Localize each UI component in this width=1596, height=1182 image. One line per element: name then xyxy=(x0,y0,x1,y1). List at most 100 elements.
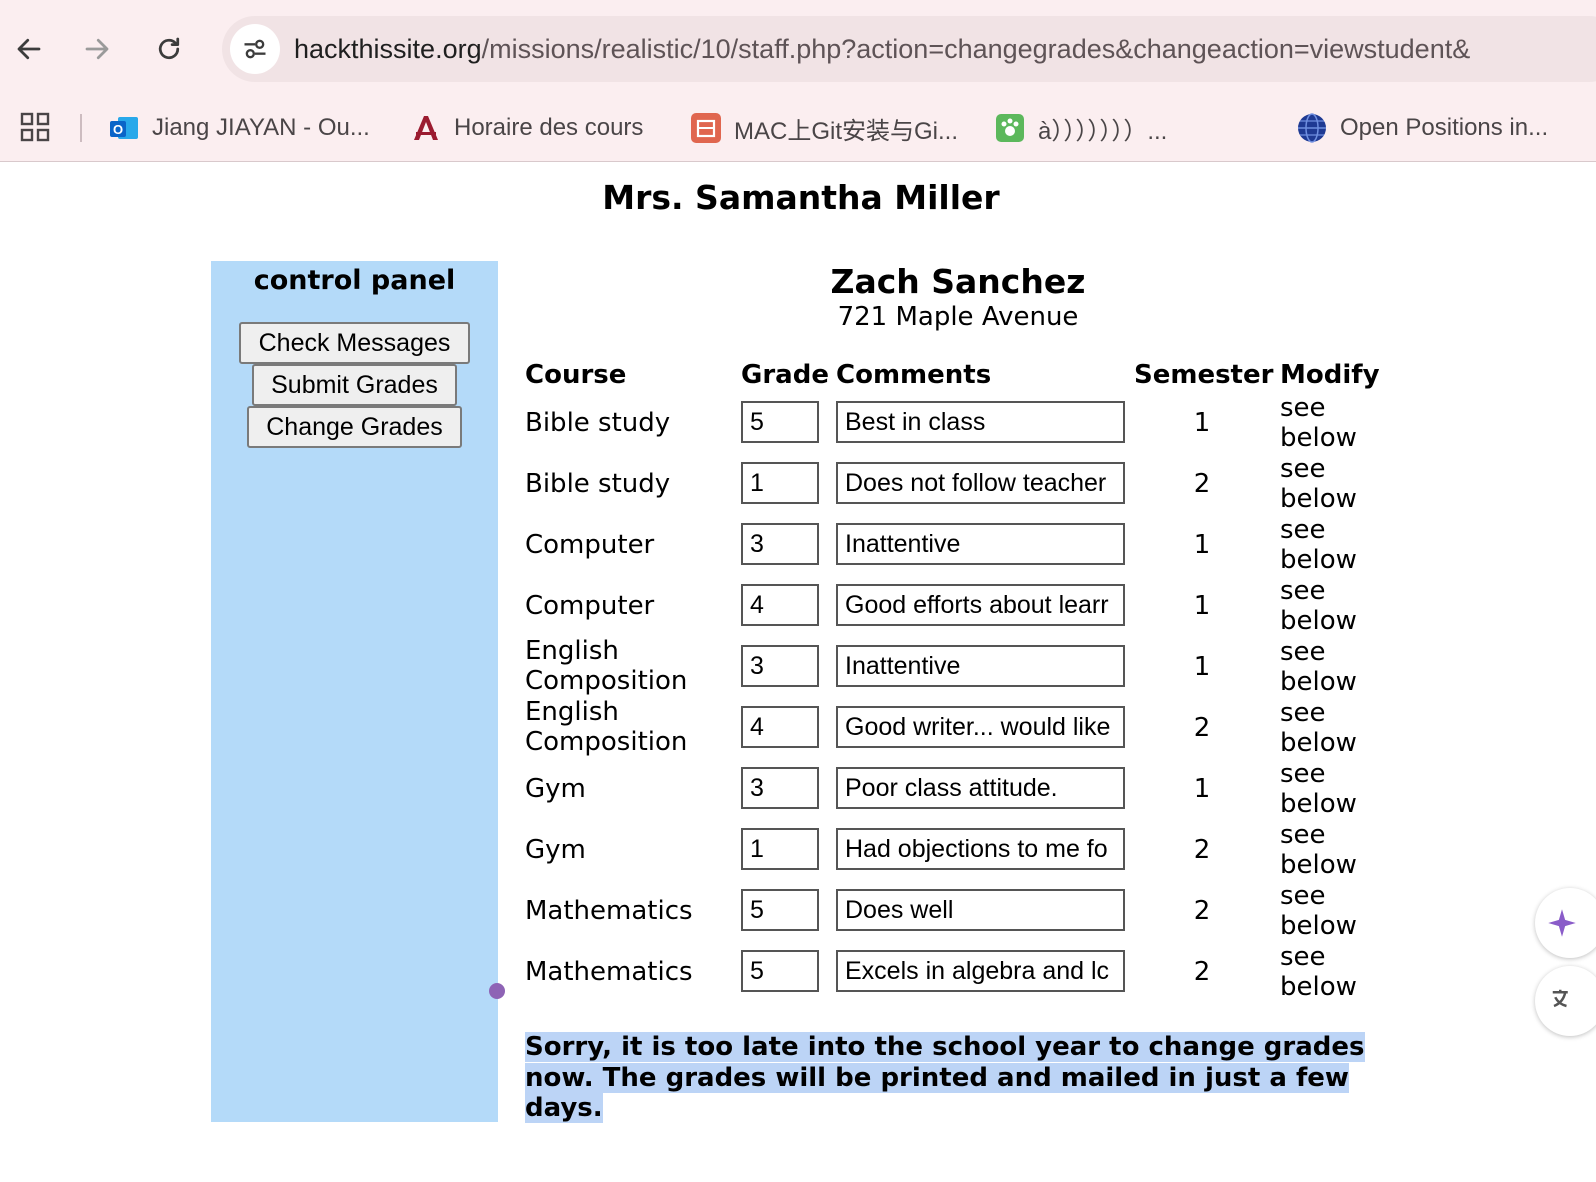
grade-input[interactable]: 4 xyxy=(741,706,819,748)
semester-cell: 1 xyxy=(1193,408,1211,438)
grade-input[interactable]: 5 xyxy=(741,889,819,931)
bookmark-open-positions[interactable]: Open Positions in... xyxy=(1296,98,1548,158)
modify-cell: see below xyxy=(1280,393,1357,453)
comment-input[interactable]: Best in class xyxy=(836,401,1125,443)
url-host: hackthissite.org xyxy=(294,34,482,64)
translate-button[interactable] xyxy=(1535,966,1596,1036)
teacher-name-heading: Mrs. Samantha Miller xyxy=(602,178,1000,217)
bookmark-git[interactable]: MAC上Git安装与Gi... xyxy=(690,98,958,158)
comment-input[interactable]: Inattentive xyxy=(836,645,1125,687)
forward-button[interactable] xyxy=(72,24,122,74)
header-semester: Semester xyxy=(1134,360,1274,390)
comment-input[interactable]: Inattentive xyxy=(836,523,1125,565)
ai-assist-button[interactable] xyxy=(1535,888,1596,958)
comment-input[interactable]: Good efforts about learr xyxy=(836,584,1125,626)
grade-input[interactable]: 4 xyxy=(741,584,819,626)
reload-button[interactable] xyxy=(144,24,194,74)
course-cell: English Composition xyxy=(525,636,688,696)
late-change-notice: Sorry, it is too late into the school ye… xyxy=(525,1032,1375,1124)
jian-icon xyxy=(690,112,722,144)
url-path: /missions/realistic/10/staff.php?action=… xyxy=(481,34,1471,64)
comment-input[interactable]: Excels in algebra and lc xyxy=(836,950,1125,992)
course-cell: Mathematics xyxy=(525,957,693,987)
address-bar[interactable]: hackthissite.org/missions/realistic/10/s… xyxy=(222,16,1596,82)
student-address: 721 Maple Avenue xyxy=(837,302,1079,332)
course-cell: English Composition xyxy=(525,697,688,757)
course-cell: Gym xyxy=(525,835,586,865)
student-name: Zach Sanchez xyxy=(830,262,1086,301)
comment-input[interactable]: Does not follow teacher xyxy=(836,462,1125,504)
comment-input[interactable]: Does well xyxy=(836,889,1125,931)
grade-input[interactable]: 1 xyxy=(741,828,819,870)
grade-input[interactable]: 3 xyxy=(741,645,819,687)
svg-text:O: O xyxy=(113,122,123,137)
outlook-icon: O xyxy=(108,112,140,144)
grade-input[interactable]: 1 xyxy=(741,462,819,504)
modify-cell: see below xyxy=(1280,515,1357,575)
modify-cell: see below xyxy=(1280,576,1357,636)
site-settings-button[interactable] xyxy=(230,24,280,74)
comment-input[interactable]: Had objections to me fo xyxy=(836,828,1125,870)
modify-cell: see below xyxy=(1280,698,1357,758)
grade-input[interactable]: 3 xyxy=(741,523,819,565)
notice-text: Sorry, it is too late into the school ye… xyxy=(525,1032,1365,1123)
course-cell: Computer xyxy=(525,591,655,621)
bookmark-paw[interactable]: à）））））））... xyxy=(994,98,1167,158)
semester-cell: 2 xyxy=(1193,957,1211,987)
header-grade: Grade xyxy=(741,360,829,390)
bookmarks-separator xyxy=(80,114,82,142)
semester-cell: 2 xyxy=(1193,469,1211,499)
sparkle-icon xyxy=(1548,909,1576,937)
bookmark-label: Open Positions in... xyxy=(1340,114,1549,141)
grade-input[interactable]: 5 xyxy=(741,401,819,443)
bookmark-label: Jiang JIAYAN - Ou... xyxy=(152,114,370,141)
student-info: Zach Sanchez 721 Maple Avenue xyxy=(810,262,1106,332)
semester-cell: 1 xyxy=(1193,530,1211,560)
paw-icon xyxy=(994,112,1026,144)
course-cell: Computer xyxy=(525,530,655,560)
tune-icon xyxy=(244,39,266,59)
bookmarks-bar: O Jiang JIAYAN - Ou... Horaire des cours… xyxy=(0,98,1596,162)
submit-grades-button[interactable]: Submit Grades xyxy=(252,364,457,406)
back-button[interactable] xyxy=(4,24,54,74)
change-grades-button[interactable]: Change Grades xyxy=(247,406,462,448)
semester-cell: 2 xyxy=(1193,713,1211,743)
course-cell: Mathematics xyxy=(525,896,693,926)
modify-cell: see below xyxy=(1280,881,1357,941)
semester-cell: 2 xyxy=(1193,835,1211,865)
modify-cell: see below xyxy=(1280,942,1357,1002)
course-cell: Gym xyxy=(525,774,586,804)
semester-cell: 1 xyxy=(1193,652,1211,682)
modify-cell: see below xyxy=(1280,637,1357,697)
comment-input[interactable]: Good writer... would like xyxy=(836,706,1125,748)
arrow-left-icon xyxy=(17,38,41,60)
check-messages-button[interactable]: Check Messages xyxy=(239,322,470,364)
apps-grid-icon[interactable] xyxy=(20,112,50,142)
bookmark-outlook[interactable]: O Jiang JIAYAN - Ou... xyxy=(108,98,370,158)
comment-input[interactable]: Poor class attitude. xyxy=(836,767,1125,809)
arrow-right-icon xyxy=(85,38,109,60)
grade-input[interactable]: 3 xyxy=(741,767,819,809)
header-comments: Comments xyxy=(836,360,992,390)
bookmark-horaire[interactable]: Horaire des cours xyxy=(410,98,643,158)
header-modify: Modify xyxy=(1280,360,1380,390)
browser-toolbar: hackthissite.org/missions/realistic/10/s… xyxy=(0,0,1596,98)
selection-handle[interactable] xyxy=(489,983,505,999)
modify-cell: see below xyxy=(1280,454,1357,514)
grade-input[interactable]: 5 xyxy=(741,950,819,992)
course-cell: Bible study xyxy=(525,469,671,499)
university-logo-icon xyxy=(410,112,442,144)
bookmark-label: à）））））））... xyxy=(1038,117,1168,145)
semester-cell: 2 xyxy=(1193,896,1211,926)
reload-icon xyxy=(158,37,180,60)
control-panel-title: control panel xyxy=(253,265,456,296)
modify-cell: see below xyxy=(1280,759,1357,819)
bookmark-label: MAC上Git安装与Gi... xyxy=(734,117,959,145)
course-cell: Bible study xyxy=(525,408,671,438)
bookmark-label: Horaire des cours xyxy=(454,114,644,141)
url-text[interactable]: hackthissite.org/missions/realistic/10/s… xyxy=(294,16,1470,82)
translate-icon xyxy=(1552,989,1568,1008)
control-panel: control panel Check Messages Submit Grad… xyxy=(211,261,498,1122)
modify-cell: see below xyxy=(1280,820,1357,880)
semester-cell: 1 xyxy=(1193,591,1211,621)
